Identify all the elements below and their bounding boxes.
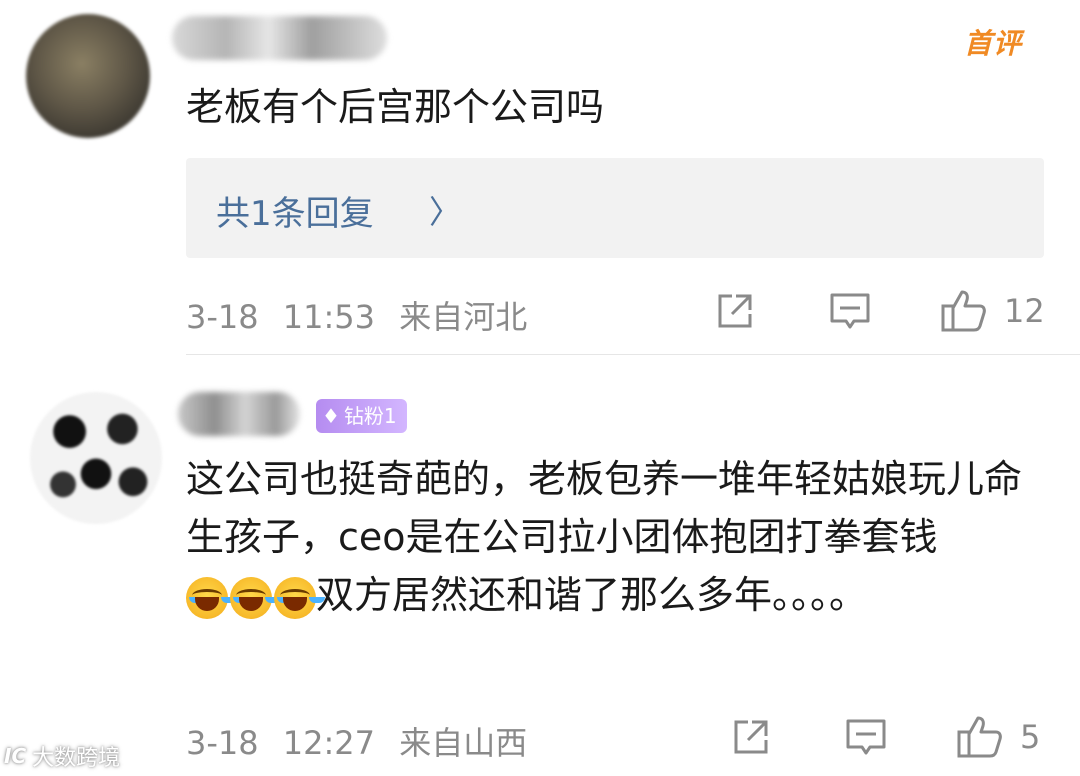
share-button[interactable]	[730, 716, 772, 758]
username-blurred[interactable]	[172, 16, 387, 60]
share-icon	[718, 294, 752, 328]
avatar[interactable]	[26, 14, 150, 138]
comment-item-2: ♦ 钻粉1 这公司也挺奇葩的，老板包养一堆年轻姑娘玩儿命生孩子，ceo是在公司拉…	[0, 356, 1080, 776]
laughing-crying-emoji-icon	[186, 576, 228, 619]
share-button[interactable]	[714, 290, 756, 332]
comment-location: 来自山西	[399, 724, 528, 762]
avatar[interactable]	[30, 392, 162, 524]
comment-time: 12:27	[282, 724, 376, 762]
replies-count-label: 共1条回复	[216, 194, 374, 234]
diamond-icon: ♦	[322, 404, 340, 428]
comment-icon	[846, 719, 886, 755]
watermark-logo: IC	[4, 744, 27, 768]
watermark: IC 大数跨境	[4, 740, 120, 772]
comment-button[interactable]	[844, 717, 888, 759]
comment-text-part-1: 这公司也挺奇葩的，老板包养一堆年轻姑娘玩儿命生孩子，ceo是在公司拉小团体抱团打…	[186, 457, 1023, 559]
like-button[interactable]	[956, 714, 1004, 760]
like-count: 12	[1004, 292, 1045, 330]
emoji-group	[186, 576, 316, 619]
laughing-crying-emoji-icon	[230, 576, 272, 619]
fan-level-badge[interactable]: ♦ 钻粉1	[316, 399, 407, 433]
laughing-crying-emoji-icon	[274, 576, 316, 619]
comment-date: 3-18	[186, 298, 259, 336]
thumbs-up-icon	[957, 716, 1002, 758]
comment-location: 来自河北	[399, 298, 528, 336]
fan-badge-label: 钻粉1	[343, 404, 397, 428]
comment-icon	[830, 293, 870, 329]
chevron-right-icon: 〉	[429, 193, 462, 231]
comment-divider	[186, 354, 1080, 355]
comment-date: 3-18	[186, 724, 259, 762]
like-button[interactable]	[940, 288, 988, 334]
comment-button[interactable]	[828, 291, 872, 333]
comment-meta: 3-18 12:27 来自山西	[186, 718, 527, 764]
share-icon	[734, 720, 768, 754]
comment-text: 老板有个后宫那个公司吗	[186, 85, 605, 129]
first-comment-badge: 首评	[964, 27, 1023, 60]
comment-time: 11:53	[282, 298, 376, 336]
comment-item-1: 首评 老板有个后宫那个公司吗 共1条回复 〉 3-18 11:53 来自河北 1…	[0, 0, 1080, 356]
username-blurred[interactable]	[178, 392, 300, 436]
comment-text: 这公司也挺奇葩的，老板包养一堆年轻姑娘玩儿命生孩子，ceo是在公司拉小团体抱团打…	[186, 450, 1056, 624]
thumbs-up-icon	[941, 290, 986, 332]
watermark-text: 大数跨境	[32, 746, 121, 771]
like-count: 5	[1020, 718, 1041, 756]
comment-text-part-2: 双方居然还和谐了那么多年。。。。	[316, 573, 868, 617]
replies-link[interactable]: 共1条回复 〉	[186, 158, 1044, 258]
comment-meta: 3-18 11:53 来自河北	[186, 292, 527, 338]
